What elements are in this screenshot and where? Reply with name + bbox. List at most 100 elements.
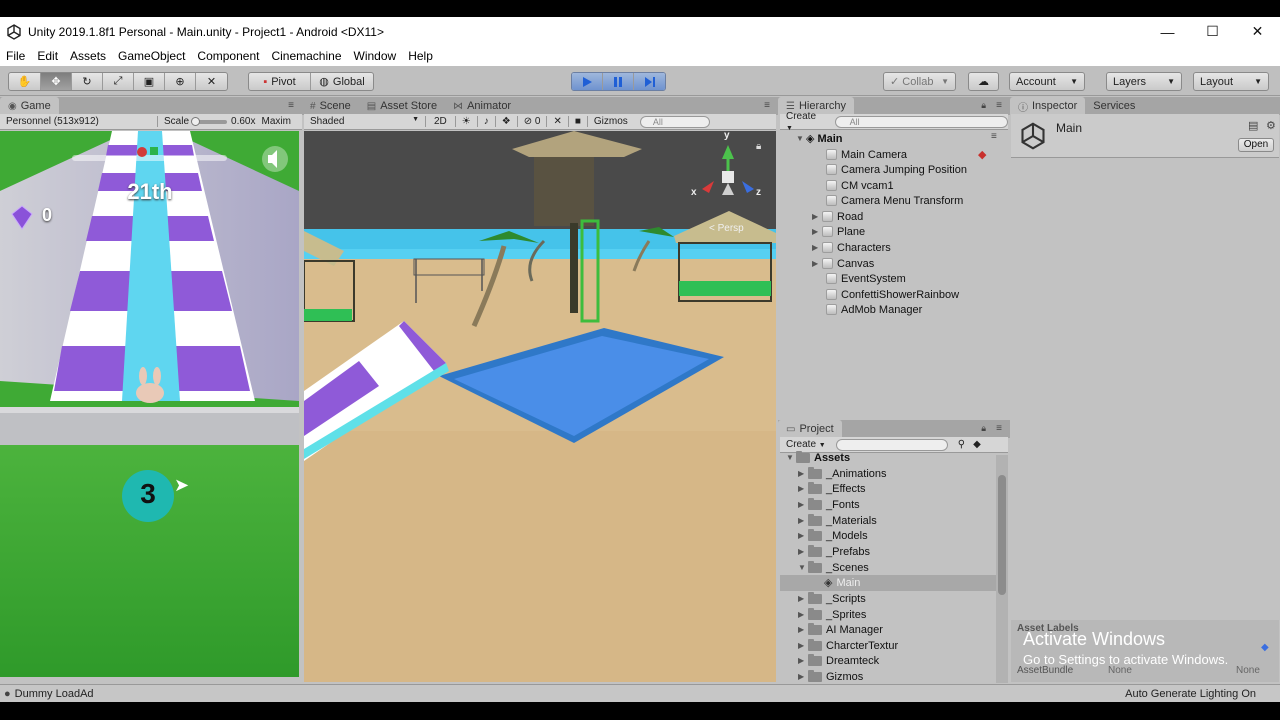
project-folder[interactable]: ▶ CharcterTextur [798,638,898,653]
projection-label[interactable]: < Persp [709,223,744,234]
scene-menu-icon[interactable]: ≡ [991,131,997,142]
project-scrollbar[interactable] [996,455,1008,683]
custom-tool-icon[interactable]: ✕ [196,73,227,90]
panel-menu-icon[interactable]: ≡ [764,100,770,111]
tab-inspector[interactable]: ⓘ Inspector [1010,97,1086,115]
hierarchy-search-input[interactable]: All [834,115,1008,128]
game-viewport[interactable]: 21th 0 3 ➤ [0,131,299,677]
project-folder[interactable]: ▶ _Effects [798,481,866,496]
project-folder[interactable]: ▶ _Materials [798,513,877,528]
menu-cinemachine[interactable]: Cinemachine [265,49,347,63]
console-message[interactable]: Dummy LoadAd [15,688,94,700]
panel-menu-icon[interactable]: ≡ [996,423,1002,434]
tab-scene[interactable]: # Scene [302,97,359,115]
collab-dropdown[interactable]: ✓ Collab ▼ [883,72,956,91]
hierarchy-item[interactable]: Main Camera [826,147,907,162]
panel-menu-icon[interactable]: ≡ [996,100,1002,111]
filter-by-type-icon[interactable]: ⚲ [958,439,965,450]
tools-icon[interactable]: ✕ [547,116,569,127]
open-button[interactable]: Open [1238,138,1274,152]
project-folder[interactable]: ▼ _Scenes [798,560,869,575]
scene-search-input[interactable]: All [639,115,710,128]
pivot-toggle[interactable]: ▪ Pivot [249,73,311,90]
expand-arrow-icon[interactable]: ▶ [812,243,822,252]
asset-variant-dropdown[interactable]: None [1236,665,1260,676]
scale-slider[interactable] [191,116,228,126]
hand-tool-icon[interactable]: ✋ [9,73,41,90]
project-root-assets[interactable]: ▼ Assets [786,450,850,465]
project-search-input[interactable] [835,438,948,451]
hierarchy-scene-main[interactable]: ▼ ◈ Main [796,131,843,146]
hierarchy-item[interactable]: ▶ Characters [812,240,891,255]
project-folder[interactable]: ▶ _Fonts [798,497,860,512]
audio-toggle-icon[interactable]: ♪ [478,116,496,127]
minimize-button[interactable]: — [1145,17,1190,46]
lighting-toggle-icon[interactable]: ☀ [456,116,478,127]
global-toggle[interactable]: ◍ Global [311,73,373,90]
tab-game[interactable]: ◉ Game [0,97,59,115]
menu-window[interactable]: Window [348,49,403,63]
pause-button[interactable] [603,73,634,90]
project-scene-item[interactable]: ◈ Main [824,575,860,590]
filter-by-label-icon[interactable]: ◆ [973,439,981,450]
2d-toggle[interactable]: 2D [426,116,456,127]
hierarchy-item[interactable]: ConfettiShowerRainbow [826,287,959,302]
gizmos-dropdown[interactable]: Gizmos [588,116,634,127]
project-folder[interactable]: ▶ AI Manager [798,622,883,637]
hierarchy-item[interactable]: ▶ Plane [812,224,865,239]
expand-arrow-icon[interactable]: ▶ [812,259,822,268]
maximize-on-play-toggle[interactable]: Maxim [261,116,290,127]
play-button[interactable] [572,73,603,90]
cloud-button[interactable]: ☁ [968,72,999,91]
menu-component[interactable]: Component [191,49,265,63]
resolution-dropdown[interactable]: Personnel (513x912) [0,116,158,127]
lock-icon[interactable]: 🔒︎ [981,100,986,111]
move-tool-icon[interactable]: ✥ [41,73,72,90]
maximize-button[interactable]: ☐ [1190,17,1235,46]
slider-thumb[interactable] [191,116,201,126]
layout-dropdown[interactable]: Layout ▼ [1193,72,1269,91]
sound-toggle-icon[interactable] [262,148,288,172]
shading-mode-dropdown[interactable]: Shaded ▼ [304,116,426,127]
project-folder[interactable]: ▶ _Models [798,528,868,543]
tab-project[interactable]: ▭ Project [778,420,842,438]
scale-tool-icon[interactable]: ⤢ [103,73,134,90]
project-folder[interactable]: ▶ _Scripts [798,591,866,606]
close-button[interactable]: ✕ [1235,17,1280,46]
hierarchy-item[interactable]: Camera Menu Transform [826,193,963,208]
step-button[interactable] [634,73,665,90]
project-folder[interactable]: ▶ _Prefabs [798,544,870,559]
expand-arrow-icon[interactable]: ▶ [812,212,822,221]
camera-settings-icon[interactable]: ■ [569,116,588,127]
expand-arrow-icon[interactable]: ▶ [812,227,822,236]
hierarchy-item[interactable]: CM vcam1 [826,178,894,193]
menu-edit[interactable]: Edit [31,49,64,63]
menu-file[interactable]: File [0,49,31,63]
scene-viewport[interactable]: y x z < Persp 🔒︎ [304,131,776,682]
hierarchy-item[interactable]: EventSystem [826,271,906,286]
effects-dropdown-icon[interactable]: ❖ [496,116,518,127]
project-create-dropdown[interactable]: Create ▼ [780,439,832,450]
account-dropdown[interactable]: Account ▼ [1009,72,1085,91]
gear-icon[interactable]: ⚙ [1266,119,1276,132]
scrollbar-thumb[interactable] [998,475,1006,595]
menu-help[interactable]: Help [402,49,439,63]
hierarchy-item[interactable]: AdMob Manager [826,302,922,317]
tab-services[interactable]: Services [1085,97,1143,115]
project-folder[interactable]: ▶ _Sprites [798,607,866,622]
layers-dropdown[interactable]: Layers ▼ [1106,72,1182,91]
hierarchy-item[interactable]: Camera Jumping Position [826,162,967,177]
help-icon[interactable]: ▤ [1248,119,1258,132]
project-folder[interactable]: ▶ Dreamteck [798,653,879,668]
lock-icon[interactable]: 🔒︎ [756,141,761,152]
project-folder[interactable]: ▶ _Animations [798,466,887,481]
hierarchy-create-dropdown[interactable]: Create ▼ [780,111,831,133]
panel-menu-icon[interactable]: ≡ [288,100,294,111]
label-tag-icon[interactable]: ◆ [1261,642,1269,653]
rotate-tool-icon[interactable]: ↻ [72,73,103,90]
tab-animator[interactable]: ⋈ Animator [445,97,519,115]
lock-icon[interactable]: 🔒︎ [981,423,986,434]
hierarchy-item[interactable]: ▶ Canvas [812,256,874,271]
menu-gameobject[interactable]: GameObject [112,49,191,63]
project-folder[interactable]: ▶ Gizmos [798,669,863,684]
